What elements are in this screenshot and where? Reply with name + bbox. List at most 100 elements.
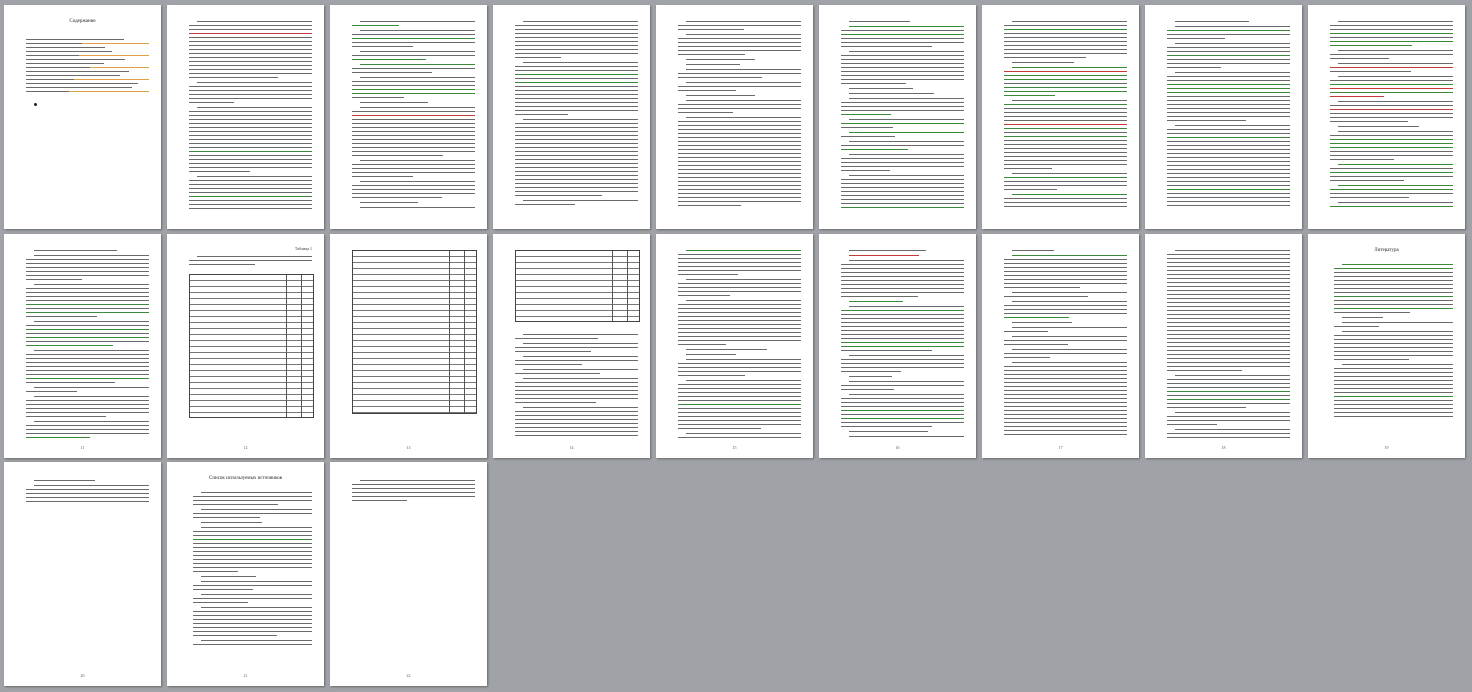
text-line [1167, 358, 1290, 359]
text-line [1167, 116, 1290, 117]
text-line [1004, 120, 1127, 121]
text-line [26, 292, 149, 293]
page-thumbnail[interactable] [982, 5, 1139, 229]
text-line [678, 50, 801, 51]
page-thumbnail[interactable]: 18 [1145, 234, 1302, 458]
page-thumbnail[interactable] [656, 5, 813, 229]
page-thumbnail[interactable] [493, 5, 650, 229]
text-line [523, 334, 638, 335]
text-line [26, 51, 112, 52]
text-line [1334, 388, 1453, 389]
text-line [189, 37, 312, 38]
text-line [515, 33, 638, 34]
page-thumbnail[interactable]: 17 [982, 234, 1139, 458]
page-thumbnail[interactable]: Литература 19 [1308, 234, 1465, 458]
text-line [189, 29, 312, 30]
text-line [352, 500, 407, 501]
text-line [1334, 335, 1453, 336]
text-line [678, 125, 801, 126]
text-line [1330, 147, 1453, 148]
text-line [841, 79, 964, 80]
text-line [1330, 206, 1453, 207]
text-line [34, 284, 149, 285]
page-title: Список используемых источников [209, 476, 282, 481]
text-line [360, 77, 475, 78]
text-line [1167, 59, 1290, 60]
text-line [201, 594, 312, 595]
text-line [523, 369, 638, 370]
text-line [1167, 262, 1290, 263]
text-line [26, 87, 133, 88]
text-line [201, 607, 312, 608]
text-line [515, 29, 638, 30]
text-line [1012, 362, 1127, 363]
text-line [1167, 290, 1290, 291]
text-line [841, 402, 964, 403]
text-line [193, 535, 312, 536]
page-thumbnail[interactable]: Таблица 1 12 [167, 234, 324, 458]
text-line [197, 256, 312, 257]
text-line [26, 259, 149, 260]
text-line [1338, 185, 1453, 186]
text-line [1175, 125, 1290, 126]
page-thumbnail[interactable]: 11 [4, 234, 161, 458]
text-line [352, 119, 475, 120]
text-line [678, 404, 801, 405]
text-line [352, 172, 475, 173]
page-title: Литература [1374, 248, 1399, 253]
page-thumbnail[interactable]: 20 [4, 462, 161, 686]
text-line [515, 171, 638, 172]
text-line [1167, 306, 1290, 307]
text-line [1330, 193, 1453, 194]
text-line [26, 312, 149, 313]
text-line [678, 308, 801, 309]
text-line [1004, 406, 1127, 407]
page-thumbnail[interactable] [330, 5, 487, 229]
text-line [841, 203, 964, 204]
text-line [1012, 255, 1127, 256]
text-line [26, 63, 104, 64]
text-line [193, 513, 312, 514]
page-thumbnail[interactable] [1308, 5, 1465, 229]
text-line [1167, 322, 1290, 323]
text-line [1330, 80, 1453, 81]
page-thumbnail[interactable]: 15 [656, 234, 813, 458]
text-line [1167, 84, 1290, 85]
page-thumbnail[interactable]: 16 [819, 234, 976, 458]
text-line [515, 427, 638, 428]
text-line [1004, 83, 1127, 84]
page-thumbnail[interactable] [167, 5, 324, 229]
text-line [849, 436, 964, 437]
page-thumbnail[interactable]: 14 [493, 234, 650, 458]
text-line [26, 275, 149, 276]
text-line [1004, 305, 1127, 306]
text-line [352, 176, 414, 177]
text-line [189, 69, 312, 70]
text-line [515, 94, 638, 95]
text-line [352, 42, 475, 43]
text-line [678, 38, 801, 39]
text-line [678, 108, 801, 109]
text-line [686, 21, 801, 22]
page-thumbnail[interactable] [1145, 5, 1302, 229]
text-line [1167, 383, 1290, 384]
text-line [352, 127, 475, 128]
text-line [515, 191, 638, 192]
text-line [1004, 168, 1052, 169]
text-line [1334, 347, 1453, 348]
text-line [1330, 117, 1453, 118]
page-thumbnail[interactable]: 13 [330, 234, 487, 458]
page-thumbnail[interactable]: 22 [330, 462, 487, 686]
text-line [34, 396, 149, 397]
page-thumbnail[interactable] [819, 5, 976, 229]
page-thumbnail[interactable]: Список используемых источников 21 [167, 462, 324, 686]
text-line [849, 88, 914, 89]
page-thumbnail[interactable]: Содержание [4, 5, 161, 229]
text-line [841, 334, 964, 335]
text-line [352, 81, 475, 82]
text-line [1012, 62, 1074, 63]
text-line [26, 39, 124, 40]
text-line [849, 301, 904, 302]
text-line [678, 258, 801, 259]
text-line [1334, 288, 1453, 289]
